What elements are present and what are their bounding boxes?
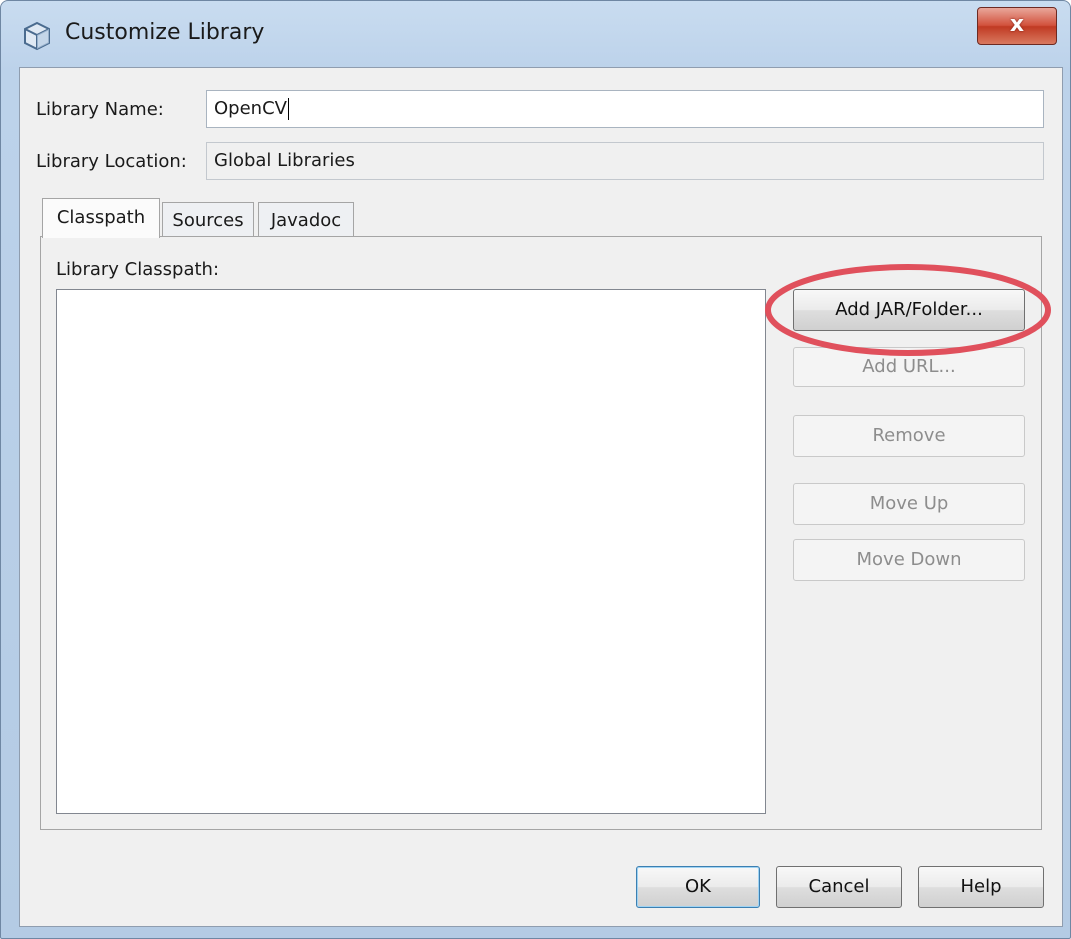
window-title: Customize Library (65, 20, 265, 45)
classpath-panel: Library Classpath: Add JAR/Folder... Add… (40, 236, 1042, 830)
library-location-label: Library Location: (36, 151, 187, 172)
close-icon: x (1009, 12, 1025, 37)
classpath-list[interactable] (56, 289, 766, 814)
library-location-field: Global Libraries (206, 142, 1044, 180)
move-up-button[interactable]: Move Up (793, 483, 1025, 525)
library-name-label: Library Name: (36, 99, 164, 120)
title-bar[interactable]: Customize Library x (1, 1, 1070, 67)
move-down-button[interactable]: Move Down (793, 539, 1025, 581)
ok-button[interactable]: OK (636, 866, 760, 908)
help-button[interactable]: Help (918, 866, 1044, 908)
remove-button[interactable]: Remove (793, 415, 1025, 457)
tab-javadoc[interactable]: Javadoc (258, 202, 354, 239)
library-classpath-label: Library Classpath: (56, 259, 220, 280)
add-jar-folder-button[interactable]: Add JAR/Folder... (793, 289, 1025, 331)
text-caret (287, 98, 289, 120)
cancel-button[interactable]: Cancel (776, 866, 902, 908)
cube-icon (24, 21, 50, 51)
tab-sources[interactable]: Sources (162, 202, 254, 239)
dialog-body: Library Name: OpenCV Library Location: G… (19, 67, 1063, 927)
library-name-value: OpenCV (214, 98, 287, 119)
library-name-input[interactable]: OpenCV (206, 90, 1044, 128)
tab-classpath[interactable]: Classpath (42, 198, 160, 238)
add-url-button[interactable]: Add URL... (793, 347, 1025, 387)
close-button[interactable]: x (977, 7, 1057, 45)
library-location-value: Global Libraries (214, 150, 355, 171)
dialog-window: Customize Library x Library Name: OpenCV… (0, 0, 1071, 939)
